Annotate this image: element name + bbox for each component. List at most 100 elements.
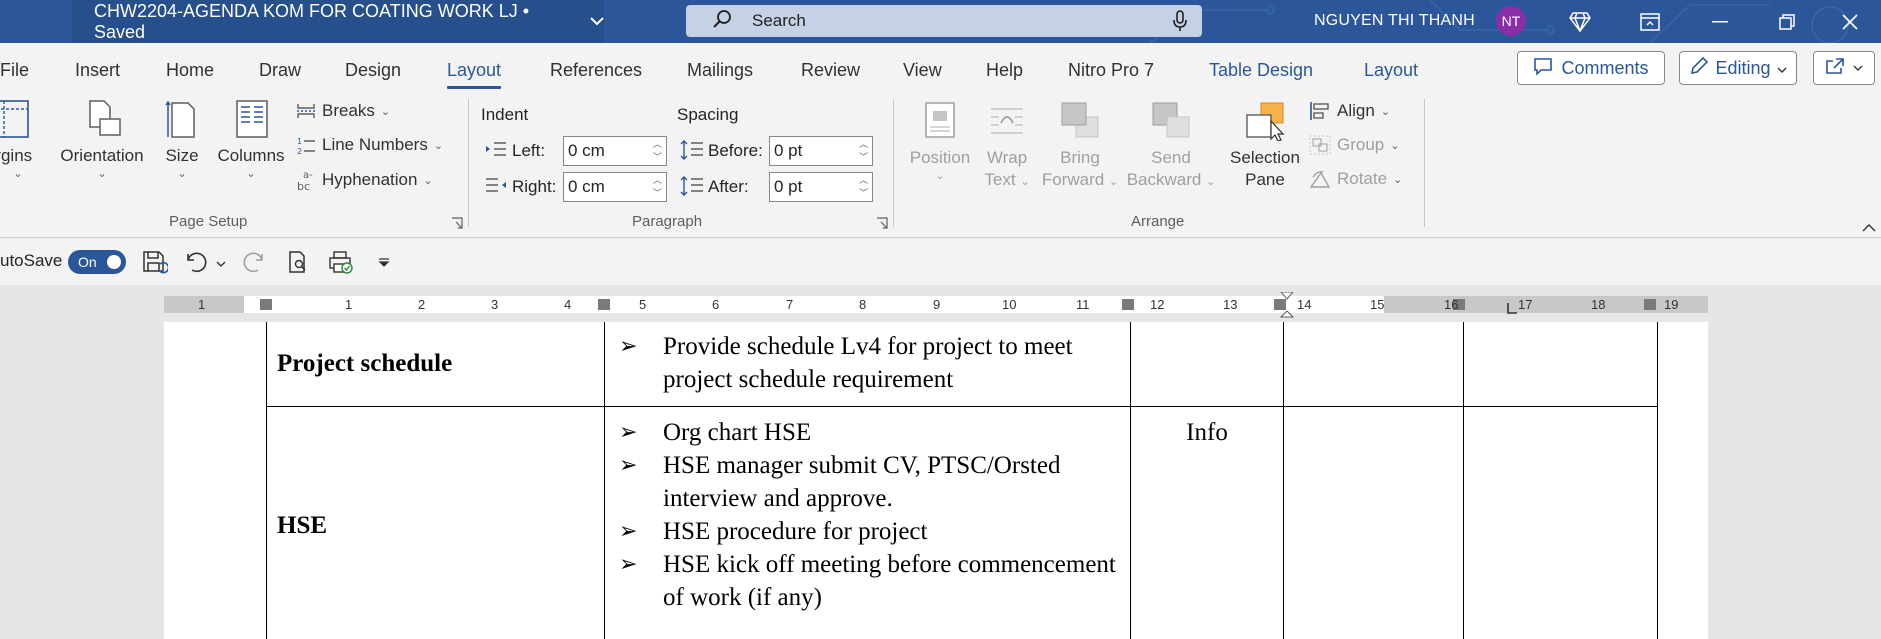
tab-design[interactable]: Design — [345, 60, 401, 81]
table-cell-empty[interactable] — [1463, 322, 1658, 407]
tab-table-design[interactable]: Table Design — [1209, 60, 1313, 81]
ruler-number: 17 — [1518, 297, 1533, 312]
indent-marker-icon[interactable] — [1280, 292, 1294, 318]
restore-icon[interactable] — [1757, 0, 1817, 43]
share-button[interactable] — [1813, 51, 1875, 85]
selection-pane-label-2: Pane — [1245, 170, 1285, 189]
search-box[interactable]: Search — [686, 5, 1202, 37]
tab-file[interactable]: File — [0, 60, 29, 81]
table-cell-empty[interactable] — [1283, 322, 1464, 407]
premium-diamond-icon[interactable] — [1550, 0, 1610, 43]
tab-mailings[interactable]: Mailings — [687, 60, 753, 81]
line-numbers-icon: 12 — [297, 137, 315, 155]
undo-icon[interactable] — [184, 250, 208, 279]
avatar[interactable]: NT — [1496, 6, 1526, 36]
spin-arrows-icon[interactable]: ︿ ﹀ — [859, 138, 868, 164]
chevron-down-icon — [590, 14, 604, 29]
tab-nitro-pro[interactable]: Nitro Pro 7 — [1068, 60, 1154, 81]
indent-left-input[interactable]: 0 cm ︿ ﹀ — [563, 136, 667, 166]
group-button[interactable]: Group ⌄ — [1309, 135, 1399, 155]
table-cell-empty[interactable] — [1463, 405, 1658, 639]
hyphenation-button[interactable]: a-bc Hyphenation ⌄ — [296, 169, 433, 191]
tab-help[interactable]: Help — [986, 60, 1023, 81]
indent-left-icon — [485, 141, 507, 164]
document-title[interactable]: CHW2204-AGENDA KOM FOR COATING WORK LJ •… — [72, 0, 604, 43]
close-icon[interactable] — [1820, 0, 1880, 43]
align-icon — [1310, 102, 1329, 120]
autosave-toggle[interactable]: On — [68, 250, 126, 274]
undo-dropdown-chevron-down-icon[interactable] — [216, 255, 226, 273]
tab-stop-icon[interactable] — [1506, 302, 1518, 314]
columns-label: Columns — [217, 146, 285, 165]
tab-references[interactable]: References — [550, 60, 642, 81]
table-cell-note[interactable]: Info — [1130, 405, 1284, 639]
tab-view[interactable]: View — [903, 60, 942, 81]
line-numbers-button[interactable]: 12 Line Numbers ⌄ — [296, 135, 443, 155]
spacing-before-input[interactable]: 0 pt ︿ ﹀ — [769, 136, 873, 166]
search-placeholder: Search — [752, 11, 806, 30]
breaks-label: Breaks — [322, 101, 375, 120]
table-cell-content[interactable]: Org chart HSE HSE manager submit CV, PTS… — [604, 405, 1131, 639]
spin-arrows-icon[interactable]: ︿ ﹀ — [653, 138, 662, 164]
table-cell-note[interactable] — [1130, 322, 1284, 407]
selection-pane-button[interactable]: Selection Pane — [1224, 101, 1306, 192]
ruler-column-marker[interactable] — [1122, 299, 1134, 310]
table-cell-topic[interactable]: Project schedule — [266, 322, 605, 407]
save-icon[interactable] — [142, 250, 170, 279]
indent-left-label: Left: — [512, 141, 546, 160]
comment-icon — [1533, 57, 1553, 80]
agenda-table[interactable]: Project schedule Provide schedule Lv4 fo… — [266, 322, 1658, 639]
table-cell-content[interactable]: Provide schedule Lv4 for project to meet… — [604, 322, 1131, 407]
spacing-heading: Spacing — [677, 105, 739, 124]
collapse-ribbon-icon[interactable] — [1862, 219, 1876, 237]
tab-layout[interactable]: Layout — [447, 60, 502, 89]
tab-review[interactable]: Review — [801, 60, 860, 81]
send-backward-button[interactable]: Send Backward ⌄ — [1124, 101, 1218, 192]
spin-arrows-icon[interactable]: ︿ ﹀ — [653, 174, 662, 200]
ruler-margin-marker[interactable] — [1644, 299, 1656, 310]
position-button[interactable]: Position ⌄ — [906, 101, 974, 182]
bring-forward-button[interactable]: Bring Forward ⌄ — [1040, 101, 1120, 192]
wrap-text-button[interactable]: Wrap Text ⌄ — [978, 101, 1036, 192]
size-button[interactable]: Size ⌄ — [154, 99, 210, 180]
breaks-button[interactable]: Breaks ⌄ — [296, 101, 390, 121]
indent-right-input[interactable]: 0 cm ︿ ﹀ — [563, 172, 667, 202]
tab-insert[interactable]: Insert — [75, 60, 120, 81]
ribbon-divider — [893, 99, 894, 227]
table-cell-topic[interactable]: HSE — [266, 405, 605, 639]
tab-draw[interactable]: Draw — [259, 60, 301, 81]
orientation-button[interactable]: Orientation ⌄ — [52, 99, 152, 180]
tab-home[interactable]: Home — [166, 60, 214, 81]
horizontal-ruler[interactable]: 1 1 2 3 4 5 6 7 8 9 10 11 12 13 14 15 16… — [164, 292, 1708, 318]
tab-table-layout[interactable]: Layout — [1364, 60, 1418, 81]
redo-icon[interactable] — [242, 250, 266, 279]
ribbon-display-options-icon[interactable] — [1620, 0, 1680, 43]
indent-right-value: 0 cm — [568, 177, 605, 196]
page-setup-dialog-launcher-icon[interactable] — [451, 217, 463, 229]
bullet-list: Provide schedule Lv4 for project to meet… — [605, 322, 1130, 396]
align-button[interactable]: Align ⌄ — [1309, 101, 1390, 121]
editing-mode-button[interactable]: Editing — [1679, 51, 1797, 85]
table-row: Project schedule Provide schedule Lv4 fo… — [266, 322, 1658, 407]
table-cell-empty[interactable] — [1283, 405, 1464, 639]
margins-button[interactable]: argins ⌄ — [0, 99, 36, 180]
columns-button[interactable]: Columns ⌄ — [214, 99, 288, 180]
spin-arrows-icon[interactable]: ︿ ﹀ — [859, 174, 868, 200]
paragraph-dialog-launcher-icon[interactable] — [876, 217, 888, 229]
print-preview-icon[interactable] — [286, 250, 310, 279]
ruler-number: 18 — [1591, 297, 1606, 312]
quick-print-icon[interactable] — [328, 250, 354, 279]
list-item: Provide schedule Lv4 for project to meet… — [619, 330, 1124, 396]
group-objects-icon — [1309, 135, 1331, 155]
comments-button[interactable]: Comments — [1517, 51, 1665, 85]
spacing-after-input[interactable]: 0 pt ︿ ﹀ — [769, 172, 873, 202]
microphone-icon[interactable] — [1172, 10, 1188, 37]
document-page[interactable]: Project schedule Provide schedule Lv4 fo… — [164, 322, 1708, 639]
bring-forward-label-1: Bring — [1060, 148, 1100, 167]
customize-toolbar-icon[interactable] — [378, 255, 390, 273]
ruler-margin-marker[interactable] — [260, 299, 272, 310]
rotate-button[interactable]: Rotate ⌄ — [1309, 169, 1402, 189]
ruler-column-marker[interactable] — [598, 299, 610, 310]
minimize-icon[interactable] — [1690, 0, 1750, 43]
user-name[interactable]: NGUYEN THI THANH — [1314, 12, 1475, 30]
